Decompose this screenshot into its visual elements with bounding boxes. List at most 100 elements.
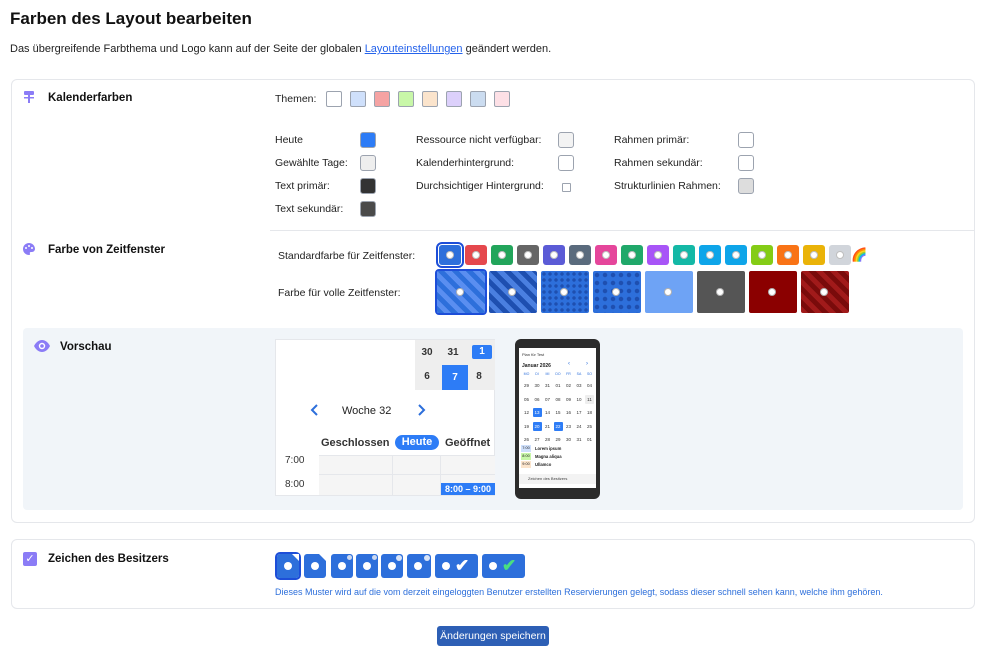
color-swatch[interactable] <box>558 155 574 171</box>
chevron-right-icon[interactable] <box>416 404 426 416</box>
phone-day[interactable]: 25 <box>585 422 594 431</box>
standard-color-swatch[interactable] <box>777 245 799 265</box>
phone-day[interactable]: 26 <box>522 435 531 444</box>
owner-pattern-option[interactable]: ✔ <box>482 554 525 578</box>
rainbow-icon[interactable]: 🌈 <box>851 247 867 263</box>
standard-color-swatch[interactable] <box>517 245 539 265</box>
full-color-swatch[interactable] <box>697 271 745 313</box>
standard-color-swatch[interactable] <box>569 245 591 265</box>
phone-day[interactable]: 20 <box>532 421 542 431</box>
phone-day[interactable]: 14 <box>543 408 552 417</box>
full-color-swatch[interactable] <box>749 271 797 313</box>
color-swatch[interactable] <box>360 201 376 217</box>
color-swatch[interactable] <box>558 132 574 148</box>
phone-day[interactable]: 17 <box>575 408 584 417</box>
mini-day[interactable]: 1 <box>472 345 492 359</box>
standard-color-swatch[interactable] <box>491 245 513 265</box>
timeslot-block[interactable]: 8:00 – 9:00 <box>441 483 495 495</box>
full-color-swatch[interactable] <box>645 271 693 313</box>
phone-day[interactable]: 01 <box>585 435 594 444</box>
phone-day[interactable]: 24 <box>575 422 584 431</box>
theme-swatch[interactable] <box>350 91 366 107</box>
phone-day[interactable]: 13 <box>532 408 542 417</box>
standard-color-swatch[interactable] <box>699 245 721 265</box>
owner-pattern-option[interactable] <box>304 554 326 578</box>
phone-day[interactable]: 29 <box>554 435 563 444</box>
color-swatch[interactable] <box>360 178 376 194</box>
owner-pattern-option[interactable] <box>407 554 431 578</box>
save-button[interactable]: Änderungen speichern <box>437 626 549 646</box>
color-swatch[interactable] <box>738 178 754 194</box>
phone-day[interactable]: 05 <box>522 395 531 404</box>
owner-pattern-option[interactable] <box>331 554 353 578</box>
standard-color-swatch[interactable] <box>543 245 565 265</box>
chevron-left-icon[interactable] <box>310 404 320 416</box>
phone-day[interactable]: 27 <box>533 435 542 444</box>
standard-color-swatch[interactable] <box>436 242 464 268</box>
standard-color-swatch[interactable] <box>673 245 695 265</box>
standard-color-swatch[interactable] <box>621 245 643 265</box>
theme-swatch[interactable] <box>494 91 510 107</box>
color-swatch[interactable] <box>360 132 376 148</box>
phone-day[interactable]: 11 <box>585 394 594 404</box>
phone-day[interactable]: 10 <box>575 395 584 404</box>
standard-color-swatch[interactable] <box>829 245 851 265</box>
phone-day[interactable]: 04 <box>585 381 594 390</box>
color-swatch[interactable] <box>360 155 376 171</box>
owner-pattern-option[interactable] <box>381 554 403 578</box>
phone-day[interactable]: 07 <box>543 395 552 404</box>
phone-day[interactable]: 18 <box>585 408 594 417</box>
standard-color-swatch[interactable] <box>725 245 747 265</box>
phone-day[interactable]: 15 <box>554 408 563 417</box>
standard-color-swatch[interactable] <box>595 245 617 265</box>
phone-day[interactable]: 19 <box>522 422 531 431</box>
full-color-swatch[interactable] <box>593 271 641 313</box>
phone-day[interactable]: 31 <box>575 435 584 444</box>
phone-day[interactable]: 30 <box>533 381 542 390</box>
mini-day[interactable]: 30 <box>416 346 438 360</box>
mini-day[interactable]: 8 <box>468 370 490 384</box>
phone-day[interactable]: 16 <box>564 408 573 417</box>
phone-day[interactable]: 28 <box>543 435 552 444</box>
phone-day[interactable]: 21 <box>543 422 552 431</box>
phone-day[interactable]: 01 <box>554 381 563 390</box>
phone-day[interactable]: 29 <box>522 381 531 390</box>
theme-swatch[interactable] <box>422 91 438 107</box>
full-color-swatch[interactable] <box>541 271 589 313</box>
phone-day[interactable]: 02 <box>564 381 573 390</box>
owner-pattern-option[interactable] <box>356 554 378 578</box>
calendar-colors-title: Kalenderfarben <box>48 92 133 104</box>
phone-day[interactable]: 12 <box>522 408 531 417</box>
full-color-swatch[interactable] <box>801 271 849 313</box>
owner-pattern-option[interactable]: ✔ <box>435 554 478 578</box>
full-color-swatch[interactable] <box>489 271 537 313</box>
phone-day[interactable]: 09 <box>564 395 573 404</box>
phone-day[interactable]: 03 <box>575 381 584 390</box>
mini-day[interactable]: 31 <box>442 346 464 360</box>
phone-day[interactable]: 22 <box>553 421 563 431</box>
theme-swatch[interactable] <box>374 91 390 107</box>
phone-day[interactable]: 30 <box>564 435 573 444</box>
theme-swatch[interactable] <box>398 91 414 107</box>
standard-color-swatch[interactable] <box>751 245 773 265</box>
color-swatch[interactable] <box>738 155 754 171</box>
standard-color-swatch[interactable] <box>647 245 669 265</box>
theme-swatch[interactable] <box>470 91 486 107</box>
owner-pattern-option[interactable] <box>275 552 301 580</box>
standard-color-swatch[interactable] <box>803 245 825 265</box>
theme-swatch[interactable] <box>446 91 462 107</box>
layout-settings-link[interactable]: Layouteinstellungen <box>365 43 463 55</box>
phone-day[interactable]: 08 <box>554 395 563 404</box>
full-color-swatch[interactable] <box>435 269 487 315</box>
phone-day[interactable]: 06 <box>533 395 542 404</box>
mini-day[interactable]: 7 <box>442 365 468 390</box>
phone-day[interactable]: 23 <box>564 422 573 431</box>
paint-roller-icon <box>24 91 34 103</box>
phone-day[interactable]: 31 <box>543 381 552 390</box>
checkbox-icon[interactable]: ✓ <box>23 552 37 566</box>
standard-color-swatch[interactable] <box>465 245 487 265</box>
transparent-background-checkbox[interactable] <box>562 183 571 192</box>
mini-day[interactable]: 6 <box>416 370 438 384</box>
color-swatch[interactable] <box>738 132 754 148</box>
theme-swatch[interactable] <box>326 91 342 107</box>
